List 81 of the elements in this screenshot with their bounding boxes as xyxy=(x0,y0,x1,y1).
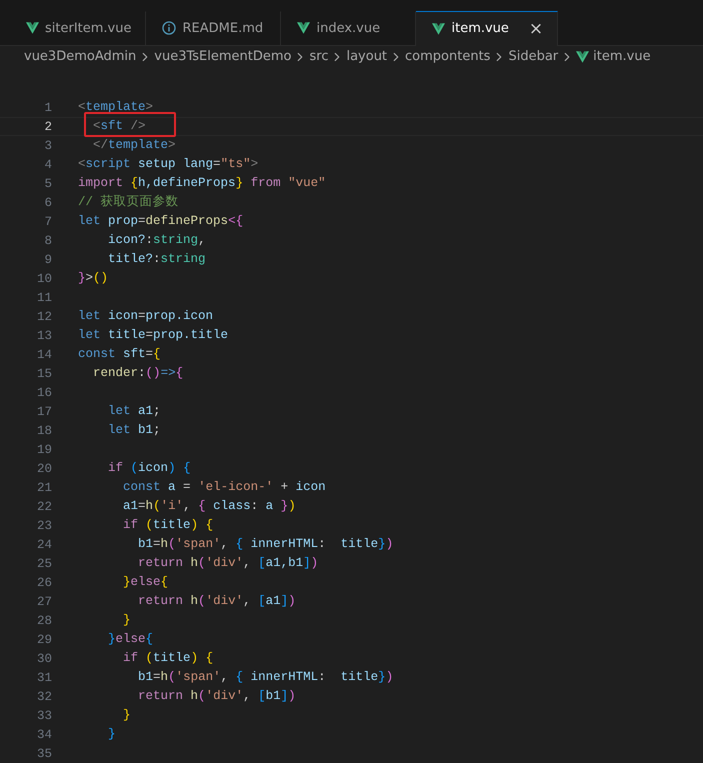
line-number: 19 xyxy=(36,442,52,456)
code-line: </template> xyxy=(93,138,176,152)
breadcrumb-item[interactable]: Sidebar xyxy=(508,49,558,64)
code-line: let b1; xyxy=(108,423,161,437)
code-line: title?:string xyxy=(108,252,206,266)
code-line: import {h,defineProps} from "vue" xyxy=(78,176,326,190)
code-line: }else{ xyxy=(123,575,168,589)
line-number: 33 xyxy=(36,708,52,722)
line-number: 5 xyxy=(43,176,52,190)
code-line: // 获取页面参数 xyxy=(78,195,179,209)
line-number: 11 xyxy=(36,290,52,304)
code-line: } xyxy=(123,613,131,627)
breadcrumb-label[interactable]: item.vue xyxy=(593,49,651,64)
breadcrumb-item[interactable]: src xyxy=(309,49,328,64)
line-number: 4 xyxy=(43,158,52,172)
code-line: }>() xyxy=(78,271,108,285)
line-number: 15 xyxy=(36,366,52,380)
line-number: 25 xyxy=(36,556,52,570)
code-line: } xyxy=(123,708,131,722)
line-number: 10 xyxy=(36,272,52,286)
line-number: 3 xyxy=(43,138,52,152)
line-number: 12 xyxy=(36,310,52,324)
line-number: 8 xyxy=(43,234,52,248)
code-line: return h('div', [a1]) xyxy=(138,594,296,608)
line-number: 24 xyxy=(36,538,52,552)
line-number: 29 xyxy=(36,632,52,646)
line-number: 7 xyxy=(43,214,52,228)
code-line: b1=h('span', { innerHTML: title}) xyxy=(138,537,394,551)
code-line: }else{ xyxy=(108,632,154,646)
code-line: return h('div', [a1,b1]) xyxy=(138,556,318,570)
code-line: icon?:string, xyxy=(108,233,206,247)
line-number: 21 xyxy=(36,480,52,494)
line-number: 6 xyxy=(43,196,52,210)
line-number: 9 xyxy=(43,252,52,266)
code-line: b1=h('span', { innerHTML: title}) xyxy=(138,670,394,684)
line-number: 17 xyxy=(36,404,52,418)
line-number: 13 xyxy=(36,328,52,342)
breadcrumb-item[interactable]: vue3TsElementDemo xyxy=(154,49,292,64)
close-icon[interactable]: × xyxy=(528,18,544,39)
code-line: render:()=>{ xyxy=(93,366,184,380)
vue-logo-icon xyxy=(297,22,310,34)
vue-logo-icon xyxy=(576,50,590,63)
code-line: let prop=defineProps<{ xyxy=(78,214,244,228)
code-line: <sft /> xyxy=(93,119,146,133)
code-line: let icon=prop.icon xyxy=(78,309,214,323)
code-line: const a = 'el-icon-' + icon xyxy=(123,480,326,494)
code-line: let a1; xyxy=(108,404,161,418)
breadcrumb-item[interactable]: compontents xyxy=(405,49,490,64)
line-number: 35 xyxy=(36,746,52,760)
code-line: let title=prop.title xyxy=(78,328,228,342)
line-number: 27 xyxy=(36,594,52,608)
line-number: 22 xyxy=(36,500,52,514)
code-line: <template> xyxy=(78,100,154,114)
info-icon xyxy=(162,21,176,36)
line-number: 18 xyxy=(36,424,52,438)
line-number: 26 xyxy=(36,576,52,590)
line-number: 2 xyxy=(43,120,52,134)
line-number: 23 xyxy=(36,518,52,532)
line-number: 34 xyxy=(36,728,52,742)
code-line: <script setup lang="ts"> xyxy=(78,157,258,171)
line-number: 30 xyxy=(36,652,52,666)
code-line: if (icon) { xyxy=(108,461,191,475)
line-number: 32 xyxy=(36,690,52,704)
breadcrumb-item[interactable]: vue3DemoAdmin xyxy=(24,49,136,64)
line-number: 14 xyxy=(36,348,52,362)
line-number: 20 xyxy=(36,462,52,476)
line-number: 16 xyxy=(36,386,52,400)
editor-tab[interactable]: item.vue × xyxy=(416,11,558,46)
breadcrumb-item[interactable]: item.vue xyxy=(576,49,651,64)
line-number: 28 xyxy=(36,614,52,628)
code-line: if (title) { xyxy=(123,651,214,665)
code-line: a1=h('i', { class: a }) xyxy=(123,499,296,513)
code-line: if (title) { xyxy=(123,518,214,532)
code-line: } xyxy=(108,727,116,741)
breadcrumb-item[interactable]: layout xyxy=(346,49,388,64)
vue-logo-icon xyxy=(432,22,446,35)
line-number: 31 xyxy=(36,670,52,684)
vue-logo-icon xyxy=(26,22,39,34)
code-line: return h('div', [b1]) xyxy=(138,689,296,703)
line-number: 1 xyxy=(43,100,52,114)
code-line: const sft={ xyxy=(78,347,161,361)
